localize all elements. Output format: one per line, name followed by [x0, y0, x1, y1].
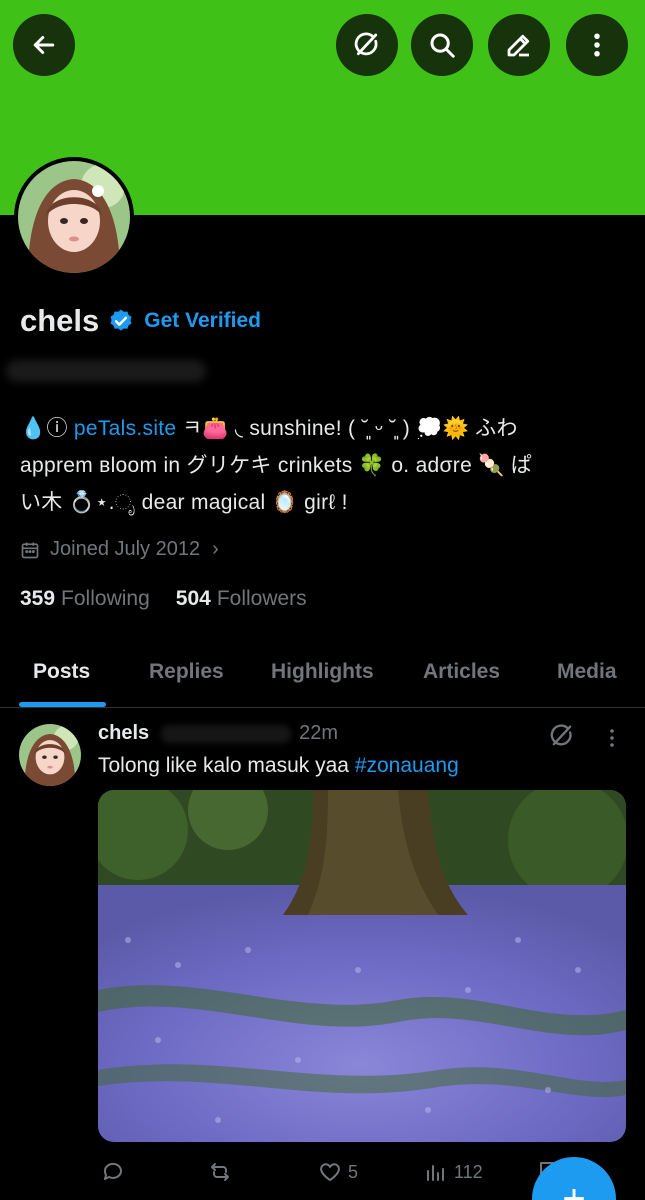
heart-icon	[320, 1163, 340, 1181]
views-icon	[427, 1165, 444, 1181]
tab-posts[interactable]: Posts	[33, 660, 90, 684]
following-link[interactable]: 359 Following	[20, 587, 150, 611]
plus-icon: +	[562, 1176, 586, 1200]
post-hashtag[interactable]: #zonauang	[355, 754, 459, 777]
post-timestamp: 22m	[299, 722, 339, 744]
grok-button[interactable]	[336, 14, 398, 76]
arrow-left-icon	[33, 36, 55, 54]
post-author-name[interactable]: chels	[98, 722, 149, 745]
post-text: Tolong like kalo masuk yaa #zonauang	[98, 754, 459, 778]
joined-text: Joined July 2012	[50, 538, 201, 560]
calendar-icon	[21, 542, 39, 558]
followers-link[interactable]: 504 Followers	[176, 587, 307, 611]
tab-media[interactable]: Media	[557, 660, 617, 684]
bio-line-3: い木 💍⋆.ೃ dear magical 🪞 girℓ !	[20, 491, 348, 514]
tab-articles[interactable]: Articles	[423, 660, 500, 684]
back-button[interactable]	[13, 14, 75, 76]
grok-icon	[354, 32, 378, 56]
chevron-right-icon: ›	[212, 538, 219, 560]
more-button[interactable]	[566, 14, 628, 76]
reply-icon	[103, 1162, 122, 1180]
more-vertical-icon	[594, 33, 600, 57]
view-count: 112	[454, 1161, 483, 1182]
repost-button[interactable]	[208, 1160, 238, 1184]
post-avatar[interactable]	[19, 724, 81, 786]
bio-website-link[interactable]: peTals.site	[74, 417, 177, 440]
followers-count: 504	[175, 587, 211, 610]
profile-name-row: chels Get Verified	[20, 303, 261, 339]
repost-icon	[211, 1163, 229, 1181]
bio-emoji-prefix: 💧ⓘ	[20, 417, 74, 440]
post-body: Tolong like kalo masuk yaa	[98, 754, 355, 777]
active-tab-indicator	[19, 702, 106, 707]
blurred-handle	[6, 360, 206, 382]
edit-icon	[507, 34, 530, 57]
following-count: 359	[20, 587, 56, 610]
display-name: chels	[20, 303, 100, 338]
grok-icon[interactable]	[548, 722, 576, 750]
post-header: chels 22m	[98, 722, 338, 745]
tab-highlights[interactable]: Highlights	[271, 660, 374, 684]
bio-line-1-text: ㅋ👛 ◟ sunshine! ( ˘͈ ᵕ ˘͈ ) 💭🌞 ふわ	[176, 417, 518, 440]
following-label: Following	[61, 587, 150, 610]
like-count: 5	[348, 1161, 359, 1182]
search-button[interactable]	[411, 14, 473, 76]
bio-line-1: 💧ⓘ peTals.site ㅋ👛 ◟ sunshine! ( ˘͈ ᵕ ˘͈ …	[20, 410, 630, 447]
post-image[interactable]	[98, 790, 626, 1142]
profile-tabs: Posts Replies Highlights Articles Media	[0, 640, 645, 708]
verified-badge-icon	[110, 309, 132, 331]
bio-line-2: apprem ʙloom in グリケキ crinkets 🍀 o. adσre…	[20, 454, 533, 477]
search-icon	[430, 33, 455, 58]
follow-counts: 359 Following 504 Followers	[20, 587, 333, 611]
post-more-icon[interactable]	[600, 726, 624, 750]
like-button[interactable]: 5	[318, 1160, 358, 1184]
views-button[interactable]: 112	[424, 1160, 483, 1184]
joined-date[interactable]: Joined July 2012 ›	[20, 538, 219, 561]
avatar	[18, 161, 130, 273]
profile-avatar[interactable]	[14, 157, 134, 277]
tab-replies[interactable]: Replies	[149, 660, 224, 684]
post-blurred-handle	[161, 724, 292, 743]
edit-button[interactable]	[488, 14, 550, 76]
followers-label: Followers	[216, 587, 307, 610]
get-verified-link[interactable]: Get Verified	[144, 309, 261, 333]
profile-bio: 💧ⓘ peTals.site ㅋ👛 ◟ sunshine! ( ˘͈ ᵕ ˘͈ …	[20, 410, 630, 521]
reply-button[interactable]	[101, 1160, 131, 1184]
